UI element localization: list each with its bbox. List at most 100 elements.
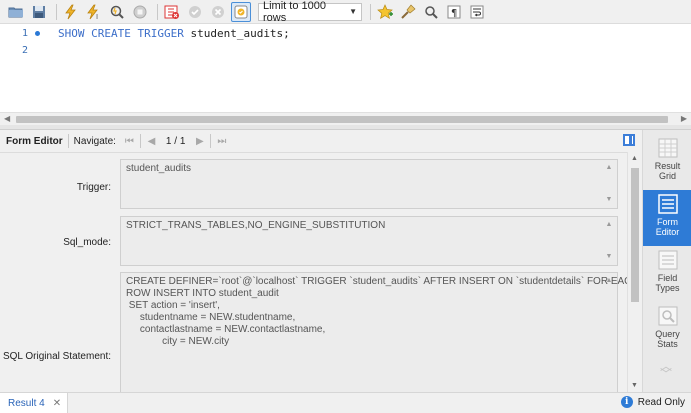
scroll-up-icon[interactable]: ▲ bbox=[606, 162, 613, 174]
statement-line: contactlastname = NEW.contactlastname, bbox=[126, 324, 326, 335]
scroll-side-panel-icon[interactable]: ︿ ﹀ bbox=[660, 360, 672, 380]
limit-rows-select[interactable]: Limit to 1000 rows ▼ bbox=[258, 0, 362, 24]
query-stats-button[interactable]: Query Stats bbox=[643, 302, 691, 358]
find-icon[interactable] bbox=[421, 2, 441, 22]
svg-text:I: I bbox=[96, 13, 98, 20]
form-editor-label: Form Editor bbox=[6, 135, 63, 147]
line-number: 1 bbox=[21, 27, 28, 39]
info-icon: i bbox=[620, 396, 633, 408]
field-types-button[interactable]: Field Types bbox=[643, 246, 691, 302]
scroll-up-icon[interactable]: ▲ bbox=[606, 219, 613, 231]
sql-keyword: SHOW CREATE TRIGGER bbox=[58, 26, 184, 40]
scroll-down-icon[interactable]: ▼ bbox=[631, 382, 638, 389]
field-types-label-1: Field bbox=[657, 273, 678, 283]
scroll-left-icon[interactable]: ◀ bbox=[4, 114, 10, 123]
query-stats-label-1: Query bbox=[655, 329, 680, 339]
form-vertical-scrollbar[interactable]: ▲ ▼ bbox=[627, 152, 641, 392]
toggle-side-panel-icon[interactable] bbox=[623, 134, 635, 146]
statement-line: city = NEW.city bbox=[126, 336, 230, 347]
scrollbar-thumb[interactable] bbox=[16, 116, 668, 123]
scroll-up-icon[interactable]: ▲ bbox=[631, 155, 638, 162]
result-grid-icon bbox=[658, 138, 677, 158]
scroll-down-icon[interactable]: ▼ bbox=[606, 251, 613, 263]
autocommit-icon[interactable] bbox=[231, 1, 251, 22]
toolbar-separator bbox=[139, 134, 141, 148]
field-scrollbar[interactable]: ▲ ▼ bbox=[603, 219, 615, 263]
result-grid-label-2: Grid bbox=[658, 171, 676, 181]
field-scrollbar[interactable]: ▲ ▼ bbox=[603, 162, 615, 206]
trigger-value: student_audits bbox=[126, 163, 192, 174]
result-tab-label: Result 4 bbox=[8, 397, 45, 409]
first-record-icon[interactable]: ⏮ bbox=[122, 134, 137, 149]
navigate-label: Navigate: bbox=[73, 135, 116, 147]
toolbar-separator bbox=[67, 134, 69, 148]
rollback-icon[interactable] bbox=[208, 2, 228, 22]
result-grid-label-1: Result bbox=[654, 161, 681, 171]
toolbar-separator bbox=[157, 3, 158, 20]
beautify-icon[interactable] bbox=[398, 2, 418, 22]
field-scrollbar[interactable]: ▲ bbox=[603, 275, 615, 392]
svg-text:¶: ¶ bbox=[451, 8, 457, 19]
favorite-icon[interactable] bbox=[375, 2, 395, 22]
sql-mode-value: STRICT_TRANS_TABLES,NO_ENGINE_SUBSTITUTI… bbox=[126, 220, 386, 231]
statement-marker-icon bbox=[30, 30, 44, 36]
result-toolbar: Form Editor Navigate: ⏮ ◀ 1 / 1 ▶ ⏭ bbox=[0, 130, 642, 152]
chevron-down-icon: ▼ bbox=[349, 7, 357, 16]
editor-horizontal-scrollbar[interactable]: ◀ ▶ bbox=[0, 112, 691, 125]
form-editor: Trigger: student_audits ▲ ▼ Sql_mode: STR… bbox=[0, 152, 627, 392]
execute-icon[interactable] bbox=[61, 2, 81, 22]
invisible-chars-icon[interactable]: ¶ bbox=[444, 2, 464, 22]
form-editor-label-2: Editor bbox=[655, 227, 680, 237]
open-folder-icon[interactable] bbox=[6, 2, 26, 22]
result-grid-button[interactable]: Result Grid bbox=[643, 134, 691, 190]
toolbar-separator bbox=[56, 3, 57, 20]
stop-icon[interactable] bbox=[130, 2, 150, 22]
form-editor-icon bbox=[657, 194, 678, 214]
scroll-right-icon[interactable]: ▶ bbox=[681, 114, 687, 123]
statement-line: SET action = 'insert', bbox=[126, 300, 220, 311]
scrollbar-thumb[interactable] bbox=[631, 168, 639, 302]
close-icon[interactable]: ✕ bbox=[53, 398, 61, 409]
field-types-icon bbox=[658, 250, 677, 270]
record-count: 1 / 1 bbox=[165, 135, 186, 147]
result-area: Form Editor Navigate: ⏮ ◀ 1 / 1 ▶ ⏭ Trig… bbox=[0, 130, 691, 392]
result-tab[interactable]: Result 4 ✕ bbox=[0, 393, 69, 413]
code-line: 1 SHOW CREATE TRIGGER student_audits; bbox=[0, 25, 691, 41]
explain-icon[interactable] bbox=[107, 2, 127, 22]
toggle-error-icon[interactable] bbox=[162, 2, 182, 22]
sql-statement-label: SQL Original Statement: bbox=[2, 351, 111, 362]
read-only-status: i Read Only bbox=[620, 396, 685, 408]
result-side-panel: Result Grid Form Editor Field Types Quer… bbox=[642, 130, 691, 392]
form-editor-button[interactable]: Form Editor bbox=[643, 190, 691, 246]
next-record-icon[interactable]: ▶ bbox=[192, 134, 207, 149]
sql-statement-field[interactable]: CREATE DEFINER=`root`@`localhost` TRIGGE… bbox=[120, 272, 627, 392]
toolbar-separator bbox=[210, 134, 212, 148]
sql-editor[interactable]: 1 SHOW CREATE TRIGGER student_audits; 2 bbox=[0, 24, 691, 112]
form-editor-label-1: Form bbox=[657, 217, 678, 227]
execute-current-icon[interactable]: I bbox=[84, 2, 104, 22]
trigger-label: Trigger: bbox=[76, 182, 111, 193]
last-record-icon[interactable]: ⏭ bbox=[214, 134, 229, 149]
sql-mode-label: Sql_mode: bbox=[63, 237, 111, 248]
trigger-field[interactable]: student_audits ▲ ▼ bbox=[120, 159, 618, 209]
toolbar-separator bbox=[370, 3, 371, 20]
limit-rows-value: Limit to 1000 rows bbox=[263, 0, 326, 24]
field-types-label-2: Types bbox=[655, 283, 680, 293]
line-number: 2 bbox=[21, 44, 28, 56]
query-stats-label-2: Stats bbox=[657, 339, 678, 349]
wrap-icon[interactable] bbox=[467, 2, 487, 22]
query-stats-icon bbox=[658, 306, 677, 326]
scroll-up-icon[interactable]: ▲ bbox=[606, 275, 613, 287]
sql-toolbar: I Limit to 1000 rows ▼ ¶ bbox=[0, 0, 691, 24]
code-text: SHOW CREATE TRIGGER student_audits; bbox=[58, 27, 290, 40]
commit-icon[interactable] bbox=[185, 2, 205, 22]
scroll-down-icon[interactable]: ▼ bbox=[606, 194, 613, 206]
save-icon[interactable] bbox=[29, 2, 49, 22]
code-line: 2 bbox=[0, 42, 691, 58]
previous-record-icon[interactable]: ◀ bbox=[144, 134, 159, 149]
statement-line: CREATE DEFINER=`root`@`localhost` TRIGGE… bbox=[126, 276, 627, 287]
statement-line: studentname = NEW.studentname, bbox=[126, 312, 296, 323]
sql-mode-field[interactable]: STRICT_TRANS_TABLES,NO_ENGINE_SUBSTITUTI… bbox=[120, 216, 618, 266]
result-tab-bar: Result 4 ✕ i Read Only bbox=[0, 392, 691, 413]
sql-identifier: student_audits; bbox=[183, 26, 290, 40]
